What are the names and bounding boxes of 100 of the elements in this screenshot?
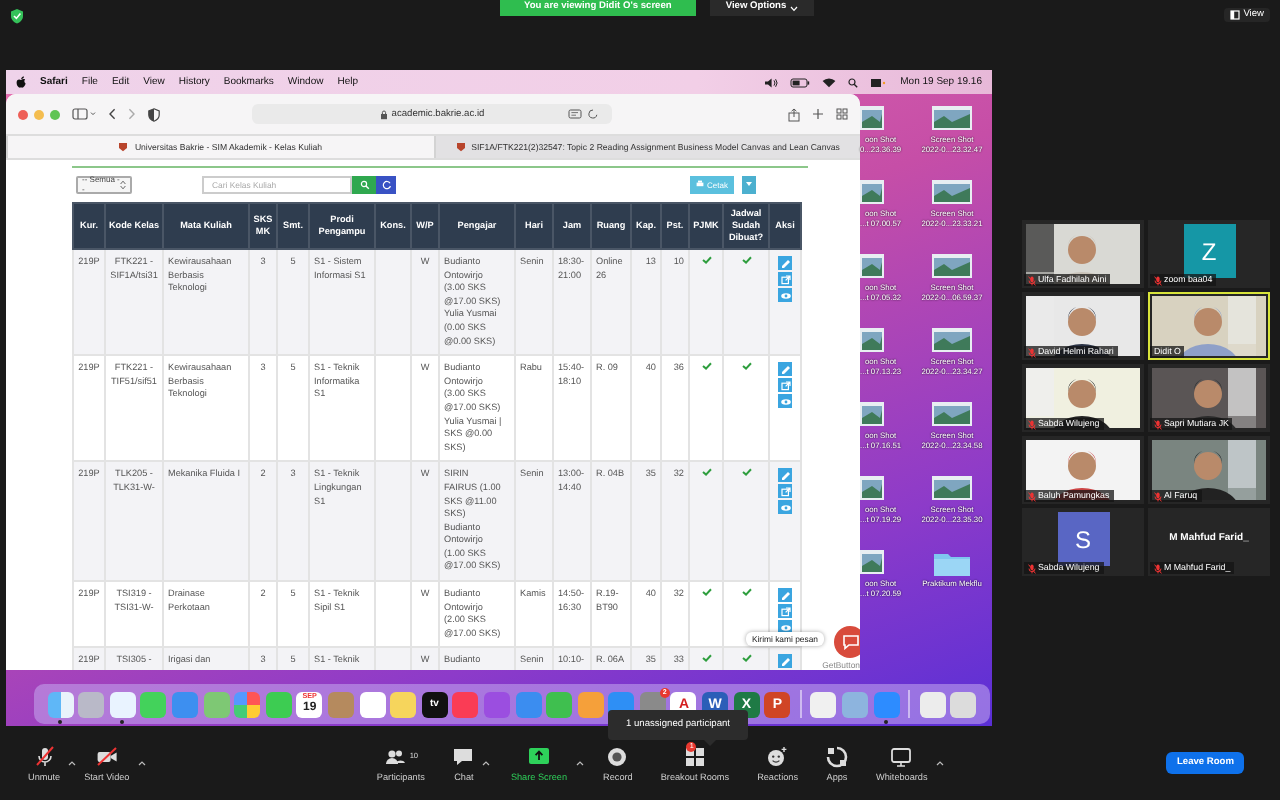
eye-icon <box>779 621 791 634</box>
stepper-icon <box>120 179 126 189</box>
minimize-window-button[interactable] <box>34 109 44 119</box>
search-icon[interactable] <box>848 77 859 87</box>
screenshot-icon[interactable] <box>932 180 972 204</box>
print-menu-button[interactable] <box>742 175 756 193</box>
screenshot-icon[interactable] <box>932 476 972 500</box>
muted-mic-icon <box>1028 419 1036 429</box>
refresh-button[interactable] <box>376 175 396 193</box>
pencil-icon <box>779 257 791 269</box>
trash-icon[interactable] <box>950 691 977 717</box>
refresh-icon <box>381 179 391 189</box>
new-tab-icon[interactable] <box>812 108 824 120</box>
menu-caret-icon[interactable] <box>137 760 146 766</box>
control-center-icon[interactable] <box>870 77 887 87</box>
screenshot-icon[interactable] <box>860 180 884 204</box>
caret-icon <box>790 5 799 11</box>
whiteboard-icon <box>890 745 913 767</box>
site-logo-icon <box>455 142 466 152</box>
chat-icon <box>452 745 475 767</box>
muted-mic-icon <box>1154 275 1162 285</box>
edit-button[interactable] <box>778 256 792 270</box>
edit-button[interactable] <box>778 588 792 603</box>
site-logo-icon <box>118 142 129 152</box>
muted-mic-icon <box>1154 419 1162 429</box>
zoom-window-button[interactable] <box>50 109 60 119</box>
search-icon <box>359 179 369 189</box>
muted-mic-icon <box>1028 491 1036 501</box>
grid-icon <box>683 745 706 767</box>
menu-caret-icon[interactable] <box>935 760 944 766</box>
pencil-icon <box>779 363 791 376</box>
edit-button[interactable] <box>778 654 792 669</box>
eye-icon <box>779 395 791 408</box>
screenshot-icon[interactable] <box>932 106 972 130</box>
chat-button[interactable] <box>834 626 860 658</box>
screenshot-icon[interactable] <box>860 254 884 278</box>
screenshot-icon[interactable] <box>932 328 972 352</box>
external-link-icon <box>779 273 791 285</box>
screenshot-icon[interactable] <box>860 106 884 130</box>
forward-icon[interactable] <box>128 108 136 120</box>
search-button[interactable] <box>352 175 376 193</box>
muted-mic-icon <box>1028 347 1036 357</box>
avatar: Z <box>1183 224 1235 278</box>
app-icon[interactable] <box>47 691 74 717</box>
open-link-button[interactable] <box>778 604 792 619</box>
external-link-icon <box>779 379 791 392</box>
screenshot-icon[interactable] <box>860 328 884 352</box>
lock-icon <box>379 109 388 119</box>
volume-icon[interactable] <box>764 77 779 87</box>
printer-icon <box>695 180 704 188</box>
wifi-icon[interactable] <box>822 77 837 87</box>
people-icon <box>383 745 406 767</box>
menu-caret-icon[interactable] <box>482 760 491 766</box>
menu-caret-icon[interactable] <box>575 760 584 766</box>
eye-icon <box>779 289 791 301</box>
open-link-button[interactable] <box>778 378 792 393</box>
screenshot-icon[interactable] <box>860 476 884 500</box>
share-screen-icon <box>527 745 550 767</box>
caret-icon <box>746 182 752 186</box>
muted-mic-icon <box>1154 491 1162 501</box>
screenshot-icon[interactable] <box>860 402 884 426</box>
apple-menu-icon[interactable] <box>16 76 26 88</box>
pencil-icon <box>779 469 791 482</box>
app-icon[interactable] <box>359 691 386 717</box>
privacy-shield-icon[interactable] <box>148 107 160 121</box>
layout-icon <box>1229 10 1240 20</box>
smiley-icon <box>766 745 789 767</box>
back-icon[interactable] <box>108 108 116 120</box>
screenshot-icon[interactable] <box>860 550 884 574</box>
sidebar-icon[interactable] <box>72 108 96 120</box>
menu-caret-icon[interactable] <box>68 760 77 766</box>
screenshot-icon[interactable] <box>932 254 972 278</box>
tab-overview-icon[interactable] <box>836 108 848 120</box>
pencil-icon <box>779 589 791 602</box>
shield-icon <box>10 8 24 24</box>
app-icon[interactable] <box>810 691 837 717</box>
app-icon[interactable] <box>390 691 417 717</box>
open-link-button[interactable] <box>778 272 792 286</box>
app-icon[interactable] <box>919 691 946 717</box>
view-button[interactable] <box>778 394 792 409</box>
app-icon[interactable] <box>109 691 136 717</box>
close-window-button[interactable] <box>18 109 28 119</box>
view-button[interactable] <box>778 288 792 302</box>
muted-mic-icon <box>1028 563 1036 573</box>
view-button[interactable] <box>778 500 792 515</box>
apps-icon <box>826 745 848 767</box>
external-link-icon <box>779 605 791 618</box>
edit-button[interactable] <box>778 362 792 377</box>
battery-icon[interactable] <box>790 77 811 87</box>
screenshot-icon[interactable] <box>932 402 972 426</box>
reader-reload-icon[interactable] <box>568 108 600 120</box>
edit-button[interactable] <box>778 468 792 483</box>
record-icon <box>606 745 629 767</box>
eye-icon <box>779 501 791 514</box>
avatar: S <box>1057 512 1109 566</box>
open-link-button[interactable] <box>778 484 792 499</box>
folder-icon[interactable] <box>932 550 972 578</box>
share-icon[interactable] <box>788 107 800 121</box>
app-icon[interactable] <box>234 691 261 717</box>
external-link-icon <box>779 485 791 498</box>
